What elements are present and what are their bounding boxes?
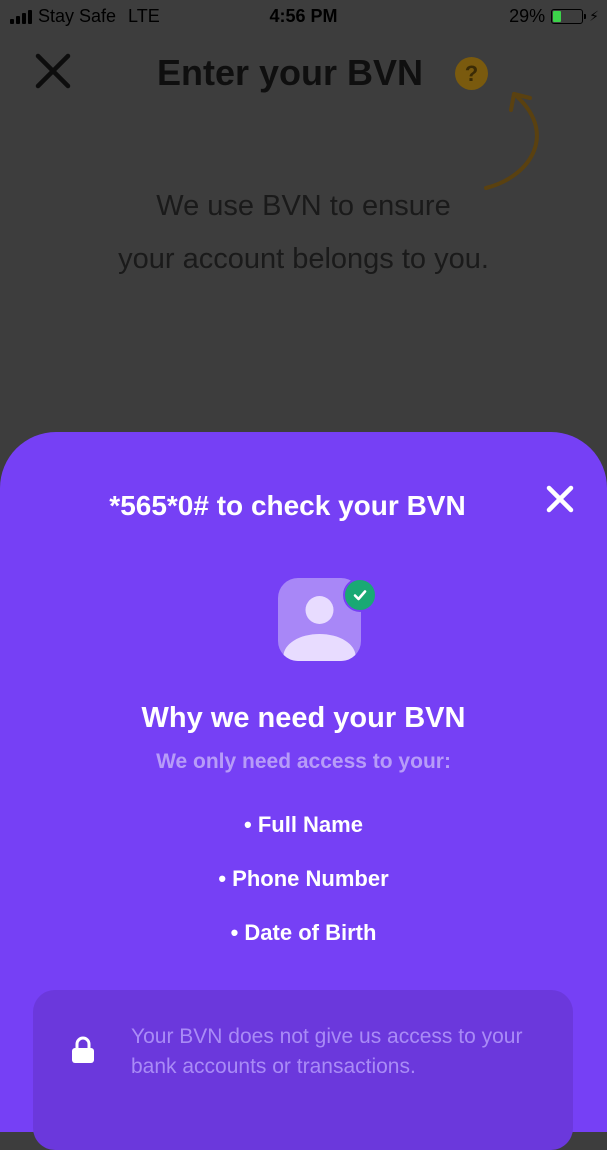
intro-text: We use BVN to ensure your account belong… xyxy=(60,180,547,286)
sheet-close-icon[interactable] xyxy=(543,482,577,516)
page-title: Enter your BVN xyxy=(156,52,424,93)
intro-line-1: We use BVN to ensure xyxy=(156,190,451,222)
battery-fill xyxy=(553,11,562,22)
status-right: 29% ⚡ xyxy=(509,6,599,27)
close-icon[interactable] xyxy=(34,52,72,90)
lock-icon xyxy=(72,1036,94,1063)
list-item-full-name: • Full Name xyxy=(244,812,363,837)
access-list: • Full Name • Phone Number • Date of Bir… xyxy=(0,812,607,974)
charging-bolt-icon: ⚡ xyxy=(589,8,599,24)
privacy-notice: Your BVN does not give us access to your… xyxy=(33,990,573,1150)
sheet-title: *565*0# to check your BVN xyxy=(109,490,466,521)
battery-percent: 29% xyxy=(509,6,546,26)
battery-icon xyxy=(551,9,587,24)
why-title: Why we need your BVN xyxy=(141,702,466,734)
why-subtitle: We only need access to your: xyxy=(156,750,451,773)
verified-check-icon xyxy=(343,578,377,612)
status-bar: Stay Safe LTE 4:56 PM 29% ⚡ xyxy=(0,0,607,34)
bvn-info-sheet: *565*0# to check your BVN Why we need yo… xyxy=(0,432,607,1150)
list-item-date-of-birth: • Date of Birth xyxy=(230,920,377,945)
intro-line-2: your account belongs to you. xyxy=(118,243,489,275)
list-item-phone-number: • Phone Number xyxy=(218,866,389,891)
privacy-notice-text: Your BVN does not give us access to your… xyxy=(131,1025,523,1078)
